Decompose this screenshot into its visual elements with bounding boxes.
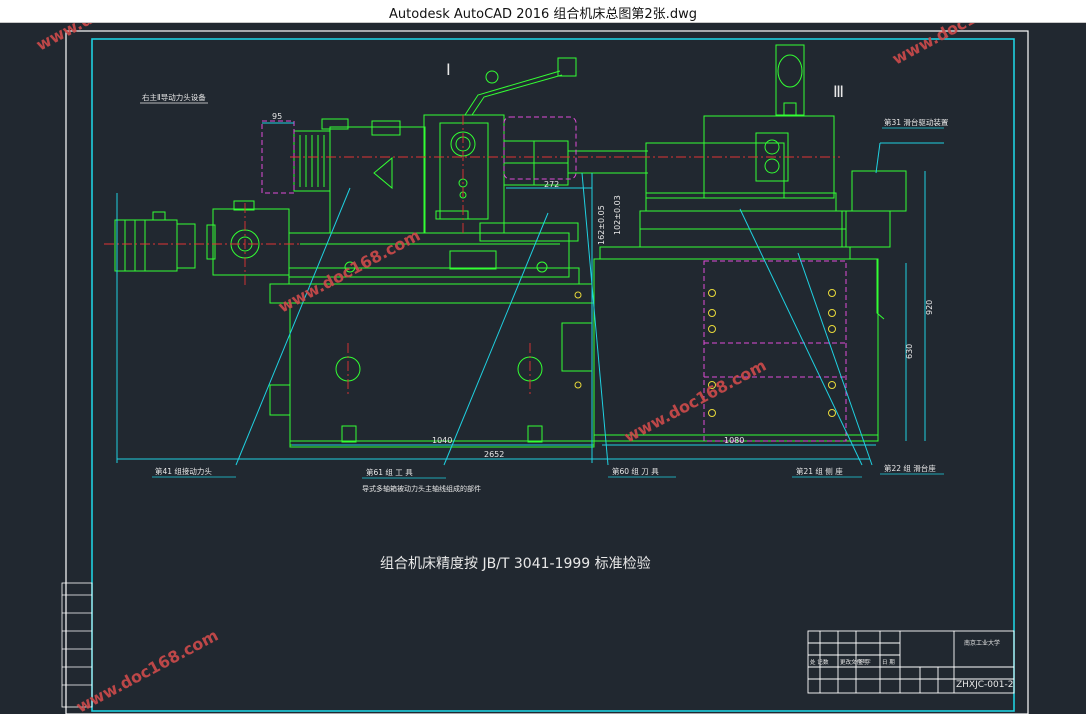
label-roman-1: Ⅰ (446, 60, 451, 79)
title-block-row-1: 处 记 (810, 658, 823, 666)
dim-2652: 2652 (484, 450, 504, 459)
centerlines (104, 115, 840, 395)
drawing-number: ZHXJC-001-2 (956, 680, 1013, 690)
callout-61-sub: 导式多轴箱被动力头主轴线组成的部件 (362, 484, 481, 493)
dim-920: 920 (925, 300, 934, 315)
title-block-row-5: 日 期 (882, 659, 895, 666)
callout-41: 第41 组接动力头 (155, 466, 212, 476)
callout-leaders (116, 122, 944, 466)
callout-31: 第31 滑台驱动装置 (884, 117, 949, 127)
label-roman-3: Ⅲ (833, 82, 844, 101)
watermark-bottom-left: www.doc168.com (73, 626, 221, 714)
note-top-left: 右主Ⅱ导动力头设备 (142, 92, 206, 102)
standard-note: 组合机床精度按 JB/T 3041-1999 标准检验 (380, 556, 651, 572)
watermark-top-right: www.doc168.com (889, 23, 1037, 69)
dim-272: 272 (544, 180, 559, 189)
dim-630: 630 (905, 344, 914, 359)
title-block-company: 南京工业大学 (964, 639, 1000, 647)
window-titlebar: Autodesk AutoCAD 2016 组合机床总图第2张.dwg (0, 0, 1086, 23)
drawing-canvas[interactable]: Ⅰ Ⅲ 右主Ⅱ导动力头设备 95 272 162±0.05 102±0.03 9… (0, 23, 1086, 714)
callout-61: 第61 组 工 具 (366, 467, 413, 477)
watermark-center-2: www.doc168.com (621, 356, 769, 447)
window-title: Autodesk AutoCAD 2016 组合机床总图第2张.dwg (389, 7, 697, 22)
dim-95: 95 (272, 112, 282, 121)
dim-162: 162±0.05 (597, 205, 606, 245)
callout-21: 第21 组 侧 座 (796, 466, 843, 476)
dim-1040: 1040 (432, 436, 452, 445)
sheet-inner-border (91, 38, 1015, 712)
title-block-row-2: 数 (823, 658, 829, 666)
callout-22: 第22 组 滑台座 (884, 463, 936, 473)
sheet-outer-frame (65, 30, 1029, 714)
title-block-row-4: 签 字 (858, 658, 871, 666)
dim-1080: 1080 (724, 436, 744, 445)
dim-102: 102±0.03 (613, 195, 622, 235)
machine-assembly (114, 44, 907, 448)
callout-60: 第60 组 刀 具 (612, 466, 659, 476)
